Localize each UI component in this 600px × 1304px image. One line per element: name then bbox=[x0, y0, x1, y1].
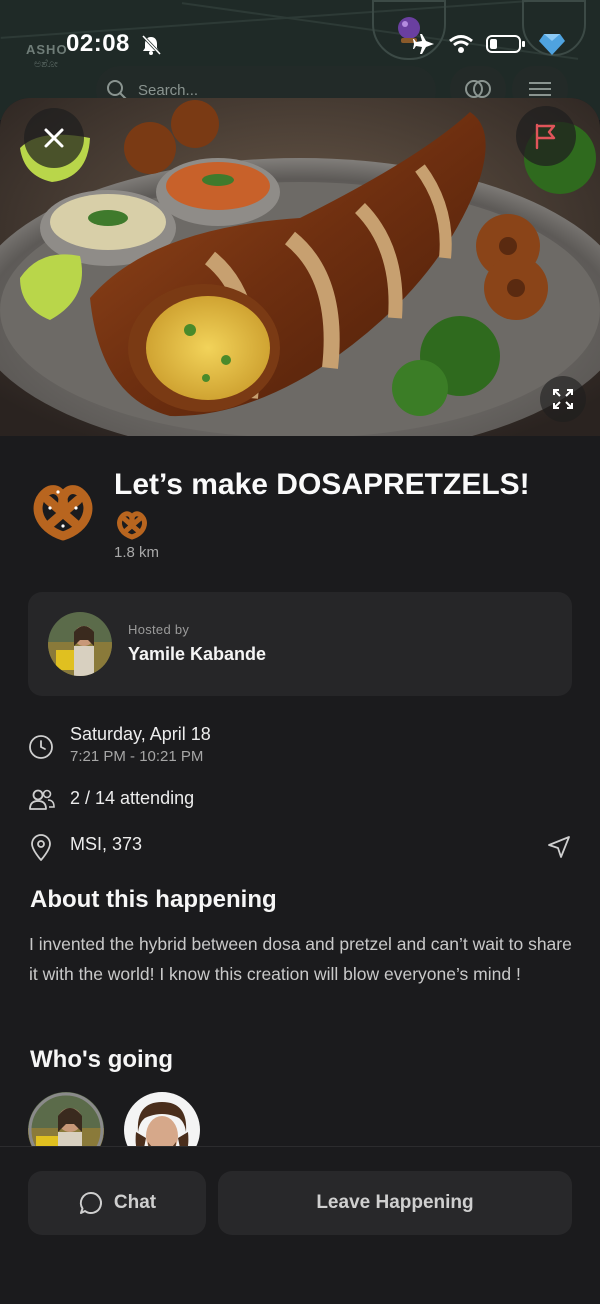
pretzel-icon bbox=[33, 485, 93, 541]
bell-muted-icon bbox=[141, 34, 162, 56]
event-title: Let’s make DOSAPRETZELS! bbox=[114, 468, 530, 501]
expand-icon bbox=[553, 389, 573, 409]
pretzel-emoji bbox=[117, 511, 147, 540]
status-bar: 02:08 bbox=[0, 0, 600, 90]
close-icon bbox=[44, 128, 64, 148]
location-row[interactable]: MSI, 373 bbox=[28, 834, 572, 864]
leave-button-label: Leave Happening bbox=[316, 1192, 474, 1213]
chat-button-label: Chat bbox=[113, 1192, 157, 1213]
event-detail-sheet: Let’s make DOSAPRETZELS! 1.8 km Hosted b… bbox=[0, 98, 600, 1304]
leave-happening-button[interactable]: Leave Happening bbox=[218, 1171, 572, 1235]
navigate-arrow-icon[interactable] bbox=[546, 834, 572, 860]
report-flag-button[interactable] bbox=[516, 106, 576, 166]
whos-going-heading: Who's going bbox=[30, 1046, 174, 1073]
dosa-pretzel-photo bbox=[0, 98, 600, 436]
event-datetime-row: Saturday, April 18 7:21 PM - 10:21 PM bbox=[28, 724, 572, 774]
event-date: Saturday, April 18 bbox=[70, 724, 211, 744]
host-card[interactable]: Hosted by Yamile Kabande bbox=[28, 592, 572, 696]
clock-icon bbox=[29, 735, 53, 759]
host-name: Yamile Kabande bbox=[128, 644, 267, 664]
about-description: I invented the hybrid between dosa and p… bbox=[29, 934, 572, 984]
attending-row: 2 / 14 attending bbox=[28, 788, 572, 818]
close-button[interactable] bbox=[24, 108, 84, 168]
people-icon bbox=[29, 789, 55, 810]
event-cover-image bbox=[0, 98, 600, 436]
bottom-action-bar: Chat Leave Happening bbox=[0, 1146, 600, 1304]
chat-bubble-icon bbox=[79, 1191, 102, 1214]
about-heading: About this happening bbox=[30, 886, 277, 913]
hosted-by-label: Hosted by bbox=[128, 622, 190, 637]
location-pin-icon bbox=[31, 834, 51, 861]
event-location: MSI, 373 bbox=[70, 834, 143, 854]
attending-count: 2 / 14 attending bbox=[70, 788, 195, 808]
flag-icon bbox=[535, 123, 556, 150]
host-avatar-photo bbox=[48, 612, 112, 676]
chat-button[interactable]: Chat bbox=[28, 1171, 206, 1235]
airplane-icon bbox=[413, 34, 434, 54]
diamond-icon bbox=[539, 34, 565, 55]
wifi-icon bbox=[449, 35, 473, 53]
event-time-range: 7:21 PM - 10:21 PM bbox=[70, 748, 204, 765]
battery-icon bbox=[486, 35, 525, 53]
expand-image-button[interactable] bbox=[540, 376, 586, 422]
status-icons bbox=[412, 32, 566, 56]
event-distance: 1.8 km bbox=[114, 544, 160, 561]
host-avatar bbox=[48, 612, 112, 676]
status-time: 02:08 bbox=[66, 30, 130, 57]
